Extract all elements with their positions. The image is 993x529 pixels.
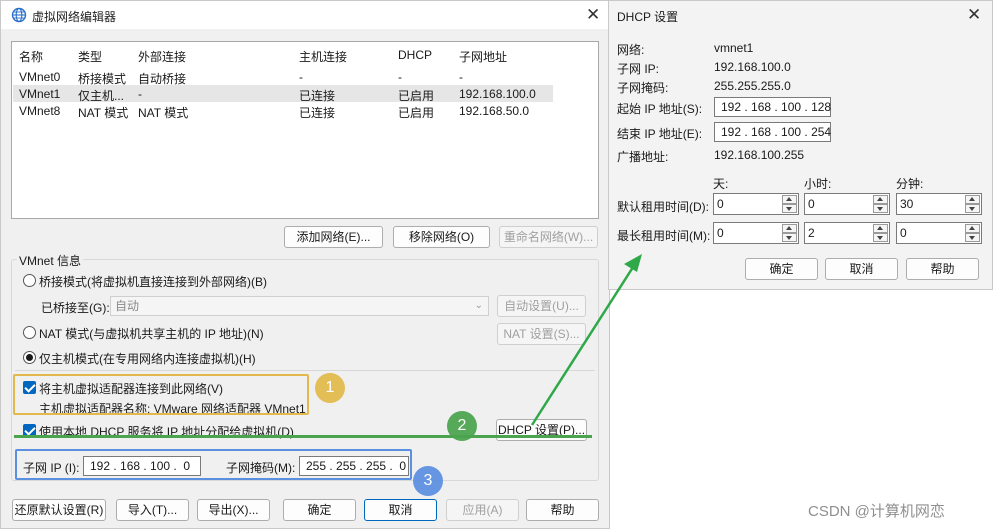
row-host: - — [299, 70, 303, 84]
annotation-box-1 — [13, 374, 309, 415]
row-subnet: 192.168.100.0 — [459, 87, 536, 101]
bridged-to-label: 已桥接至(G): — [41, 301, 110, 315]
broadcast-label: 广播地址: — [617, 150, 669, 164]
hours-column-label: 小时: — [804, 177, 832, 191]
default-lease-hours-input[interactable]: 0 — [804, 193, 890, 215]
subnet-ip-label: 子网 IP: — [617, 62, 660, 76]
row-name: VMnet8 — [19, 104, 61, 118]
row-subnet: - — [459, 70, 463, 84]
dhcp-settings-window: DHCP 设置 ✕ 网络: vmnet1 子网 IP: 192.168.100.… — [608, 0, 993, 290]
bridged-mode-label[interactable]: 桥接模式(将虚拟机直接连接到外部网络)(B) — [39, 273, 267, 290]
dhcp-ok-button[interactable]: 确定 — [745, 258, 818, 280]
start-ip-label: 起始 IP 地址(S): — [617, 102, 703, 116]
spinner-arrows-icon[interactable] — [965, 224, 980, 242]
spin-value: 0 — [717, 197, 724, 211]
annotation-box-3 — [15, 449, 412, 480]
spinner-arrows-icon[interactable] — [873, 224, 888, 242]
spinner-arrows-icon[interactable] — [782, 195, 797, 213]
column-header-host[interactable]: 主机连接 — [299, 48, 347, 65]
row-dhcp: 已启用 — [398, 89, 435, 103]
row-external: NAT 模式 — [138, 106, 189, 120]
row-host: 已连接 — [299, 106, 336, 120]
annotation-badge-2: 2 — [447, 411, 477, 441]
bridged-to-value: 自动 — [115, 299, 140, 313]
column-header-name[interactable]: 名称 — [19, 48, 43, 65]
bridged-to-select[interactable]: 自动 ⌄ — [110, 296, 489, 316]
spinner-arrows-icon[interactable] — [965, 195, 980, 213]
max-lease-days-input[interactable]: 0 — [713, 222, 799, 244]
spin-value: 2 — [808, 226, 815, 240]
close-icon[interactable]: ✕ — [967, 6, 981, 23]
vmnet-info-legend: VMnet 信息 — [17, 252, 84, 269]
nat-mode-label[interactable]: NAT 模式(与虚拟机共享主机的 IP 地址)(N) — [39, 325, 264, 342]
column-header-dhcp[interactable]: DHCP — [398, 48, 432, 62]
row-host: 已连接 — [299, 89, 336, 103]
spin-value: 0 — [717, 226, 724, 240]
network-value: vmnet1 — [714, 41, 754, 55]
spinner-arrows-icon[interactable] — [873, 195, 888, 213]
add-network-button[interactable]: 添加网络(E)... — [284, 226, 383, 248]
row-dhcp: 已启用 — [398, 106, 435, 120]
annotation-badge-3: 3 — [413, 466, 443, 496]
editor-titlebar: 虚拟网络编辑器 ✕ — [1, 1, 609, 29]
max-lease-hours-input[interactable]: 2 — [804, 222, 890, 244]
default-lease-label: 默认租用时间(D): — [617, 200, 709, 214]
spin-value: 0 — [808, 197, 815, 211]
max-lease-label: 最长租用时间(M): — [617, 229, 711, 243]
annotation-underline-2 — [14, 435, 592, 438]
subnet-mask-label: 子网掩码: — [617, 81, 669, 95]
import-button[interactable]: 导入(T)... — [116, 499, 189, 521]
close-icon[interactable]: ✕ — [586, 6, 600, 23]
watermark-text: CSDN @计算机网恋 — [808, 503, 945, 520]
bridged-mode-radio[interactable] — [23, 274, 36, 287]
rename-network-button[interactable]: 重命名网络(W)... — [499, 226, 598, 248]
apply-button[interactable]: 应用(A) — [446, 499, 519, 521]
nat-mode-radio[interactable] — [23, 326, 36, 339]
export-button[interactable]: 导出(X)... — [197, 499, 270, 521]
chevron-down-icon: ⌄ — [474, 300, 483, 311]
row-name: VMnet1 — [19, 87, 61, 101]
column-header-subnet[interactable]: 子网地址 — [459, 48, 507, 65]
row-type: 仅主机... — [78, 89, 125, 103]
editor-title: 虚拟网络编辑器 — [32, 10, 117, 24]
end-ip-input[interactable]: 192 . 168 . 100 . 254 — [714, 122, 831, 142]
minutes-column-label: 分钟: — [896, 177, 924, 191]
broadcast-value: 192.168.100.255 — [714, 148, 805, 162]
remove-network-button[interactable]: 移除网络(O) — [393, 226, 490, 248]
subnet-ip-value: 192.168.100.0 — [714, 60, 791, 74]
spinner-arrows-icon[interactable] — [782, 224, 797, 242]
default-lease-minutes-input[interactable]: 30 — [896, 193, 982, 215]
spin-value: 30 — [900, 197, 914, 211]
ok-button[interactable]: 确定 — [283, 499, 356, 521]
subnet-mask-value: 255.255.255.0 — [714, 79, 791, 93]
restore-defaults-button[interactable]: 还原默认设置(R) — [12, 499, 106, 521]
network-label: 网络: — [617, 43, 645, 57]
row-dhcp: - — [398, 70, 402, 84]
row-external: - — [138, 87, 142, 101]
default-lease-days-input[interactable]: 0 — [713, 193, 799, 215]
row-name: VMnet0 — [19, 70, 61, 84]
row-type: NAT 模式 — [78, 106, 129, 120]
dhcp-title: DHCP 设置 — [617, 10, 679, 24]
max-lease-minutes-input[interactable]: 0 — [896, 222, 982, 244]
row-subnet: 192.168.50.0 — [459, 104, 530, 118]
column-header-type[interactable]: 类型 — [78, 48, 102, 65]
dhcp-help-button[interactable]: 帮助 — [906, 258, 979, 280]
host-only-mode-label[interactable]: 仅主机模式(在专用网络内连接虚拟机)(H) — [39, 350, 256, 367]
column-header-external[interactable]: 外部连接 — [138, 48, 186, 65]
globe-icon — [11, 7, 27, 23]
network-list[interactable]: 名称 类型 外部连接 主机连接 DHCP 子网地址 VMnet0 桥接模式 自动… — [11, 41, 599, 219]
end-ip-label: 结束 IP 地址(E): — [617, 127, 703, 141]
help-button[interactable]: 帮助 — [526, 499, 599, 521]
host-only-mode-radio[interactable] — [23, 351, 36, 364]
cancel-button[interactable]: 取消 — [364, 499, 437, 521]
divider — [15, 370, 595, 371]
spin-value: 0 — [900, 226, 907, 240]
dhcp-cancel-button[interactable]: 取消 — [825, 258, 898, 280]
days-column-label: 天: — [713, 177, 729, 191]
annotation-arrow-icon — [530, 254, 642, 426]
start-ip-input[interactable]: 192 . 168 . 100 . 128 — [714, 97, 831, 117]
annotation-badge-1: 1 — [315, 373, 345, 403]
